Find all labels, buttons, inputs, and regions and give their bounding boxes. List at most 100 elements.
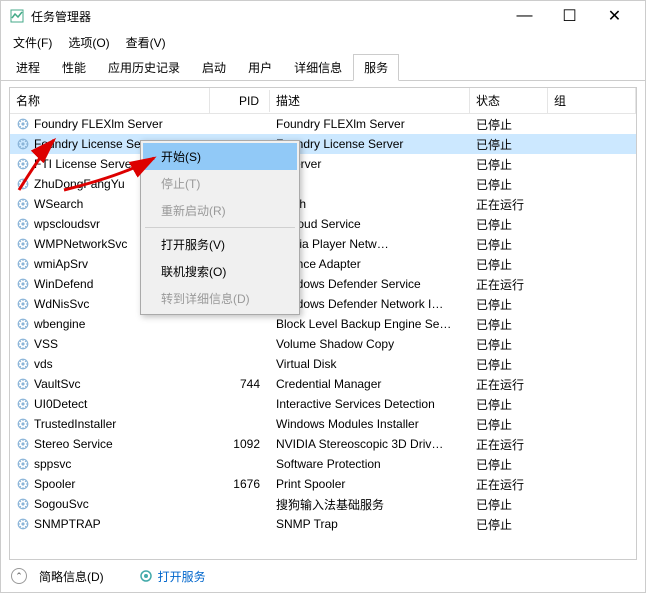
cell-status: 已停止 [470,514,548,535]
tab-app-history[interactable]: 应用历史记录 [97,54,191,80]
cell-name: VaultSvc [10,375,210,393]
table-row[interactable]: VSSVolume Shadow Copy已停止 [10,334,636,354]
menu-file[interactable]: 文件(F) [5,32,60,53]
cell-status: 正在运行 [470,274,548,295]
table-row[interactable]: WdNisSvcWindows Defender Network I…已停止 [10,294,636,314]
cell-desc: Windows Defender Service [270,275,470,293]
cell-status: 已停止 [470,234,548,255]
fewer-details-link[interactable]: 简略信息(D) [39,568,104,585]
menubar: 文件(F) 选项(O) 查看(V) [1,31,645,53]
chevron-up-icon[interactable]: ⌃ [11,568,27,584]
cell-pid: 1676 [210,475,270,493]
cell-desc: SNMP Trap [270,515,470,533]
cell-group [548,402,636,406]
tab-services[interactable]: 服务 [353,54,399,81]
table-body[interactable]: Foundry FLEXlm ServerFoundry FLEXlm Serv… [10,114,636,559]
table-row[interactable]: SNMPTRAPSNMP Trap已停止 [10,514,636,534]
cell-group [548,442,636,446]
table-row[interactable]: wbengineBlock Level Backup Engine Se…已停止 [10,314,636,334]
table-row[interactable]: WMPNetworkSvcMedia Player Netw…已停止 [10,234,636,254]
table-row[interactable]: Stereo Service1092NVIDIA Stereoscopic 3D… [10,434,636,454]
tab-users[interactable]: 用户 [237,54,283,80]
context-menu-item: 重新启动(R) [143,197,297,224]
cell-name: SogouSvc [10,495,210,513]
column-name[interactable]: 名称 [10,88,210,113]
cell-pid [210,462,270,466]
cell-pid [210,402,270,406]
column-pid[interactable]: PID [210,90,270,112]
close-button[interactable]: ✕ [592,1,637,31]
cell-group [548,362,636,366]
cell-group [548,122,636,126]
table-row[interactable]: ZhuDongFangYu已停止 [10,174,636,194]
cell-group [548,502,636,506]
maximize-button[interactable]: ☐ [547,1,592,31]
context-menu: 开始(S)停止(T)重新启动(R)打开服务(V)联机搜索(O)转到详细信息(D) [140,140,300,315]
table-row[interactable]: VaultSvc744Credential Manager正在运行 [10,374,636,394]
column-group[interactable]: 组 [548,88,636,113]
cell-group [548,222,636,226]
cell-status: 已停止 [470,134,548,155]
column-status[interactable]: 状态 [470,88,548,113]
open-services-link[interactable]: 打开服务 [158,568,206,585]
table-row[interactable]: wmiApSrvrmance Adapter已停止 [10,254,636,274]
cell-status: 已停止 [470,454,548,475]
cell-status: 已停止 [470,114,548,135]
cell-desc: 搜狗输入法基础服务 [270,494,470,515]
cell-status: 已停止 [470,174,548,195]
tab-startup[interactable]: 启动 [191,54,237,80]
cell-status: 已停止 [470,414,548,435]
cell-desc: Volume Shadow Copy [270,335,470,353]
context-menu-item[interactable]: 联机搜索(O) [143,258,297,285]
cell-status: 正在运行 [470,434,548,455]
cell-pid [210,362,270,366]
cell-status: 已停止 [470,394,548,415]
cell-desc: Foundry License Server [270,135,470,153]
cell-pid [210,522,270,526]
column-desc[interactable]: 描述 [270,88,470,113]
window-controls: — ☐ ✕ [502,1,637,31]
menu-view[interactable]: 查看(V) [118,32,174,53]
table-row[interactable]: FTI License Servee Server已停止 [10,154,636,174]
context-menu-item[interactable]: 打开服务(V) [143,231,297,258]
tab-details[interactable]: 详细信息 [283,54,353,80]
cell-status: 已停止 [470,154,548,175]
cell-group [548,382,636,386]
table-row[interactable]: SogouSvc搜狗输入法基础服务已停止 [10,494,636,514]
services-table: 名称 PID 描述 状态 组 Foundry FLEXlm ServerFoun… [9,87,637,560]
table-row[interactable]: Spooler1676Print Spooler正在运行 [10,474,636,494]
table-row[interactable]: sppsvcSoftware Protection已停止 [10,454,636,474]
cell-group [548,482,636,486]
table-row[interactable]: Foundry License ServerFoundry License Se… [10,134,636,154]
table-row[interactable]: UI0DetectInteractive Services Detection已… [10,394,636,414]
context-menu-item[interactable]: 开始(S) [143,143,297,170]
cell-group [548,162,636,166]
cell-status: 已停止 [470,314,548,335]
cell-status: 正在运行 [470,374,548,395]
table-row[interactable]: Foundry FLEXlm ServerFoundry FLEXlm Serv… [10,114,636,134]
cell-pid [210,422,270,426]
cell-group [548,522,636,526]
tabbar: 进程 性能 应用历史记录 启动 用户 详细信息 服务 [1,55,645,81]
cell-name: vds [10,355,210,373]
window-title: 任务管理器 [31,8,502,25]
cell-desc: Interactive Services Detection [270,395,470,413]
cell-desc: Block Level Backup Engine Se… [270,315,470,333]
tab-performance[interactable]: 性能 [51,54,97,80]
tab-processes[interactable]: 进程 [5,54,51,80]
cell-pid [210,502,270,506]
table-row[interactable]: WSearchearch正在运行 [10,194,636,214]
cell-group [548,462,636,466]
cell-desc [270,182,470,186]
table-row[interactable]: TrustedInstallerWindows Modules Installe… [10,414,636,434]
menu-options[interactable]: 选项(O) [60,32,117,53]
table-row[interactable]: WinDefend2056Windows Defender Service正在运… [10,274,636,294]
table-row[interactable]: vdsVirtual Disk已停止 [10,354,636,374]
cell-group [548,342,636,346]
cell-desc: earch [270,195,470,213]
minimize-button[interactable]: — [502,1,547,31]
cell-desc: Software Protection [270,455,470,473]
table-row[interactable]: wpscloudsvre Cloud Service已停止 [10,214,636,234]
cell-desc: Windows Defender Network I… [270,295,470,313]
context-menu-item: 转到详细信息(D) [143,285,297,312]
